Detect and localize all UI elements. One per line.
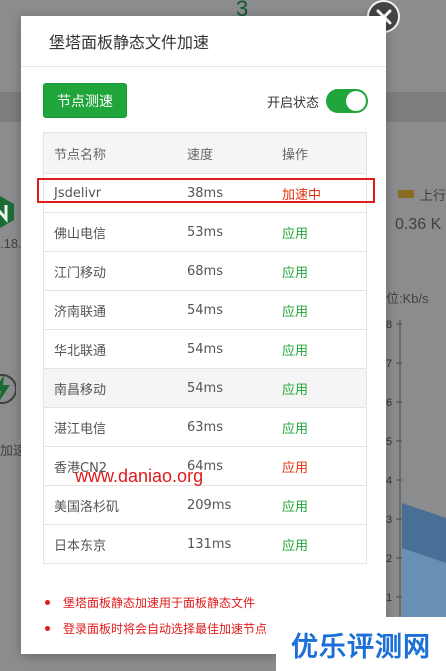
- node-name: 江门移动: [43, 251, 177, 291]
- lightning-icon: [0, 374, 16, 404]
- bg-version-text: .18.: [0, 236, 22, 251]
- apply-link[interactable]: 应用: [272, 290, 367, 330]
- apply-link[interactable]: 应用: [272, 485, 367, 525]
- table-row: 湛江电信 63ms 应用: [43, 407, 367, 447]
- node-speed: 68ms: [177, 251, 272, 291]
- modal-toolbar: 节点测速 开启状态: [43, 83, 368, 118]
- upstream-label: 上行: [420, 188, 446, 203]
- node-speed: 131ms: [177, 524, 272, 564]
- table-row: 江门移动 68ms 应用: [43, 251, 367, 291]
- apply-link[interactable]: 应用: [272, 524, 367, 564]
- apply-link[interactable]: 应用: [272, 407, 367, 447]
- apply-link[interactable]: 应用: [272, 446, 367, 486]
- apply-link[interactable]: 应用: [272, 368, 367, 408]
- apply-link[interactable]: 应用: [272, 212, 367, 252]
- highlight-annotation: [37, 178, 375, 203]
- node-name: 华北联通: [43, 329, 177, 369]
- node-speed: 209ms: [177, 485, 272, 525]
- header-action: 操作: [272, 132, 367, 174]
- axis-tick-label: 6: [386, 397, 392, 409]
- table-row: 美国洛杉矶 209ms 应用: [43, 485, 367, 525]
- node-speed: 63ms: [177, 407, 272, 447]
- static-acceleration-modal: 堡塔面板静态文件加速 节点测速 开启状态 节点名称 速度 操作 Jsdelivr…: [21, 16, 386, 654]
- node-speed-test-button[interactable]: 节点测速: [43, 83, 127, 118]
- node-name: 日本东京: [43, 524, 177, 564]
- node-name: 湛江电信: [43, 407, 177, 447]
- note-text: 登录面板时将会自动选择最佳加速节点: [63, 622, 268, 636]
- status-toggle[interactable]: [326, 89, 368, 113]
- bullet-dot: [45, 626, 50, 631]
- chart-unit-label: 位:Kb/s: [386, 291, 429, 306]
- node-name: 佛山电信: [43, 212, 177, 252]
- axis-tick-label: 8: [386, 319, 392, 331]
- network-chart: 8 7 6 5 4 3 2 1: [386, 319, 446, 618]
- nginx-icon: [0, 196, 14, 228]
- node-speed: 54ms: [177, 368, 272, 408]
- upstream-value: 0.36 K: [395, 216, 442, 233]
- table-row: 济南联通 54ms 应用: [43, 290, 367, 330]
- node-name: 美国洛杉矶: [43, 485, 177, 525]
- status-label: 开启状态: [266, 96, 319, 111]
- header-speed: 速度: [177, 132, 272, 174]
- upstream-legend-swatch: [398, 190, 414, 198]
- node-speed: 54ms: [177, 290, 272, 330]
- node-speed: 54ms: [177, 329, 272, 369]
- watermark-text: www.daniao.org: [75, 466, 204, 486]
- brand-watermark: 优乐评测网: [276, 617, 446, 671]
- axis-tick-label: 2: [386, 553, 392, 565]
- table-row: 佛山电信 53ms 应用: [43, 212, 367, 252]
- toggle-knob: [346, 91, 366, 111]
- header-node-name: 节点名称: [43, 132, 177, 174]
- node-speed: 53ms: [177, 212, 272, 252]
- table-row: 南昌移动 54ms 应用: [43, 368, 367, 408]
- axis-tick-label: 3: [386, 514, 392, 526]
- axis-tick-label: 7: [386, 358, 392, 370]
- axis-tick-label: 4: [386, 475, 392, 487]
- note-item: 堡塔面板静态加速用于面板静态文件: [41, 590, 361, 616]
- note-text: 堡塔面板静态加速用于面板静态文件: [63, 596, 256, 610]
- apply-link[interactable]: 应用: [272, 329, 367, 369]
- axis-tick-label: 1: [386, 592, 392, 604]
- modal-title: 堡塔面板静态文件加速: [21, 16, 386, 67]
- table-row: 华北联通 54ms 应用: [43, 329, 367, 369]
- axis-tick-label: 5: [386, 436, 392, 448]
- apply-link[interactable]: 应用: [272, 251, 367, 291]
- node-name: 南昌移动: [43, 368, 177, 408]
- bullet-dot: [45, 600, 50, 605]
- table-row: 日本东京 131ms 应用: [43, 524, 367, 564]
- node-name: 济南联通: [43, 290, 177, 330]
- table-header-row: 节点名称 速度 操作: [43, 132, 367, 174]
